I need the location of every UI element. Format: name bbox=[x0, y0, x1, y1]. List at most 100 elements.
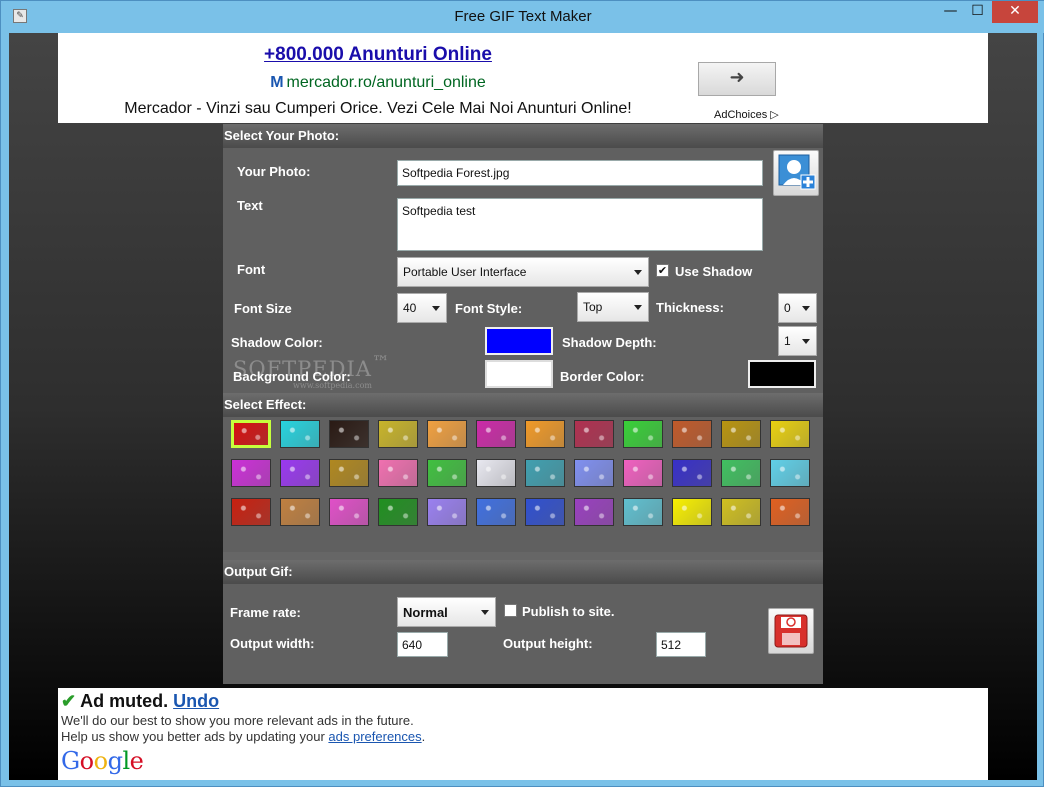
undo-link[interactable]: Undo bbox=[173, 691, 219, 711]
effect-thumbnail[interactable] bbox=[623, 498, 663, 526]
effect-thumbnail[interactable] bbox=[427, 459, 467, 487]
font-select[interactable]: Portable User Interface bbox=[397, 257, 649, 287]
ad-url[interactable]: Mmercador.ro/anunturi_online bbox=[58, 74, 698, 92]
effect-thumbnail[interactable] bbox=[476, 498, 516, 526]
ad-url-text[interactable]: mercador.ro/anunturi_online bbox=[287, 74, 486, 91]
output-height-label: Output height: bbox=[503, 636, 593, 651]
select-photo-header: Select Your Photo: bbox=[223, 124, 823, 148]
effect-thumbnail[interactable] bbox=[525, 498, 565, 526]
shadow-color-swatch[interactable] bbox=[485, 327, 553, 355]
close-button[interactable]: ✕ bbox=[992, 1, 1038, 23]
effect-thumbnail[interactable] bbox=[378, 459, 418, 487]
effect-thumbnail[interactable] bbox=[672, 498, 712, 526]
effect-thumbnail[interactable] bbox=[427, 498, 467, 526]
effect-thumbnail[interactable] bbox=[476, 459, 516, 487]
publish-checkbox[interactable] bbox=[504, 604, 517, 617]
border-color-swatch[interactable] bbox=[748, 360, 816, 388]
background-color-label: Background Color: bbox=[233, 369, 351, 384]
ad-preferences-suffix: . bbox=[421, 729, 426, 744]
effect-thumbnail[interactable] bbox=[329, 498, 369, 526]
text-label: Text bbox=[237, 198, 263, 213]
effect-thumbnail[interactable] bbox=[280, 498, 320, 526]
effect-thumbnail[interactable] bbox=[329, 420, 369, 448]
shadow-depth-label: Shadow Depth: bbox=[562, 335, 657, 350]
client-area: +800.000 Anunturi Online Mmercador.ro/an… bbox=[9, 33, 1037, 780]
browse-photo-button[interactable] bbox=[773, 150, 819, 196]
effect-thumbnail[interactable] bbox=[721, 420, 761, 448]
main-panel: Select Your Photo: Your Photo: Softpedia… bbox=[223, 124, 823, 684]
border-color-label: Border Color: bbox=[560, 369, 645, 384]
font-select-value: Portable User Interface bbox=[403, 265, 527, 279]
effect-thumbnail[interactable] bbox=[574, 420, 614, 448]
effect-thumbnail[interactable] bbox=[721, 498, 761, 526]
frame-rate-select[interactable]: Normal bbox=[397, 597, 496, 627]
shadow-color-label: Shadow Color: bbox=[231, 335, 323, 350]
output-width-label: Output width: bbox=[230, 636, 315, 651]
font-style-label: Font Style: bbox=[455, 301, 523, 316]
background-color-swatch[interactable] bbox=[485, 360, 553, 388]
arrow-right-icon: ➜ bbox=[729, 67, 745, 88]
effect-thumbnail[interactable] bbox=[672, 420, 712, 448]
effect-thumbnail[interactable] bbox=[525, 459, 565, 487]
save-gif-button[interactable] bbox=[768, 608, 814, 654]
ad-go-button[interactable]: ➜ bbox=[698, 62, 776, 96]
thickness-select[interactable]: 0 bbox=[778, 293, 817, 323]
ad-feedback-line: We'll do our best to show you more relev… bbox=[61, 713, 414, 728]
photo-path-input[interactable]: Softpedia Forest.jpg bbox=[397, 160, 763, 186]
ad-muted-line: ✔ Ad muted. Undo bbox=[61, 691, 985, 712]
shadow-depth-select[interactable]: 1 bbox=[778, 326, 817, 356]
ads-preferences-link[interactable]: ads preferences bbox=[328, 729, 421, 744]
select-effect-header: Select Effect: bbox=[223, 393, 823, 417]
effect-thumbnail[interactable] bbox=[623, 420, 663, 448]
effect-thumbnail[interactable] bbox=[280, 459, 320, 487]
font-size-value: 40 bbox=[403, 301, 417, 315]
google-logo-letter: e bbox=[129, 747, 144, 775]
font-size-label: Font Size bbox=[234, 301, 292, 316]
title-bar[interactable]: ✎ Free GIF Text Maker — ☐ ✕ bbox=[1, 1, 1044, 33]
effect-thumbnail[interactable] bbox=[231, 420, 271, 448]
publish-label: Publish to site. bbox=[522, 604, 615, 619]
effect-thumbnail[interactable] bbox=[574, 498, 614, 526]
google-logo-letter: l bbox=[122, 747, 130, 775]
adchoices-link[interactable]: AdChoices ▷ bbox=[714, 108, 779, 121]
text-input[interactable]: Softpedia test bbox=[397, 198, 763, 251]
frame-rate-value: Normal bbox=[403, 605, 448, 620]
minimize-button[interactable]: — bbox=[937, 1, 964, 23]
effect-thumbnail[interactable] bbox=[231, 498, 271, 526]
font-style-select[interactable]: Top bbox=[577, 292, 649, 322]
app-window: ✎ Free GIF Text Maker — ☐ ✕ +800.000 Anu… bbox=[0, 0, 1044, 787]
effect-thumbnail[interactable] bbox=[770, 459, 810, 487]
chevron-down-icon bbox=[802, 306, 810, 311]
font-size-select[interactable]: 40 bbox=[397, 293, 447, 323]
effect-thumbnail[interactable] bbox=[427, 420, 467, 448]
effect-thumbnail[interactable] bbox=[574, 459, 614, 487]
effect-thumbnail[interactable] bbox=[770, 420, 810, 448]
google-logo[interactable]: Google bbox=[61, 747, 985, 775]
google-logo-letter: g bbox=[107, 747, 123, 775]
effect-thumbnail[interactable] bbox=[623, 459, 663, 487]
chevron-down-icon bbox=[634, 305, 642, 310]
bottom-ad-panel: ✔ Ad muted. Undo We'll do our best to sho… bbox=[58, 688, 988, 780]
effect-thumbnail[interactable] bbox=[280, 420, 320, 448]
maximize-button[interactable]: ☐ bbox=[964, 1, 991, 23]
top-ad-banner: +800.000 Anunturi Online Mmercador.ro/an… bbox=[58, 33, 988, 123]
effect-thumbnail[interactable] bbox=[525, 420, 565, 448]
output-gif-section: Frame rate: Normal Publish to site. Outp… bbox=[223, 584, 823, 684]
effect-thumbnail[interactable] bbox=[378, 420, 418, 448]
ad-headline-link[interactable]: +800.000 Anunturi Online bbox=[58, 44, 698, 66]
effect-thumbnail[interactable] bbox=[378, 498, 418, 526]
shadow-depth-value: 1 bbox=[784, 334, 791, 348]
effect-thumbnail[interactable] bbox=[672, 459, 712, 487]
google-logo-letter: o bbox=[79, 747, 94, 775]
font-style-value: Top bbox=[583, 300, 603, 314]
use-shadow-checkbox[interactable]: ✔ bbox=[656, 264, 669, 277]
effect-thumbnail[interactable] bbox=[231, 459, 271, 487]
output-height-input[interactable]: 512 bbox=[656, 632, 706, 657]
output-width-input[interactable]: 640 bbox=[397, 632, 448, 657]
effect-thumbnail[interactable] bbox=[770, 498, 810, 526]
mercador-logo-icon: M bbox=[270, 74, 284, 91]
effect-thumbnail[interactable] bbox=[476, 420, 516, 448]
effect-thumbnail[interactable] bbox=[721, 459, 761, 487]
effect-thumbnail[interactable] bbox=[329, 459, 369, 487]
window-title: Free GIF Text Maker bbox=[454, 8, 592, 25]
